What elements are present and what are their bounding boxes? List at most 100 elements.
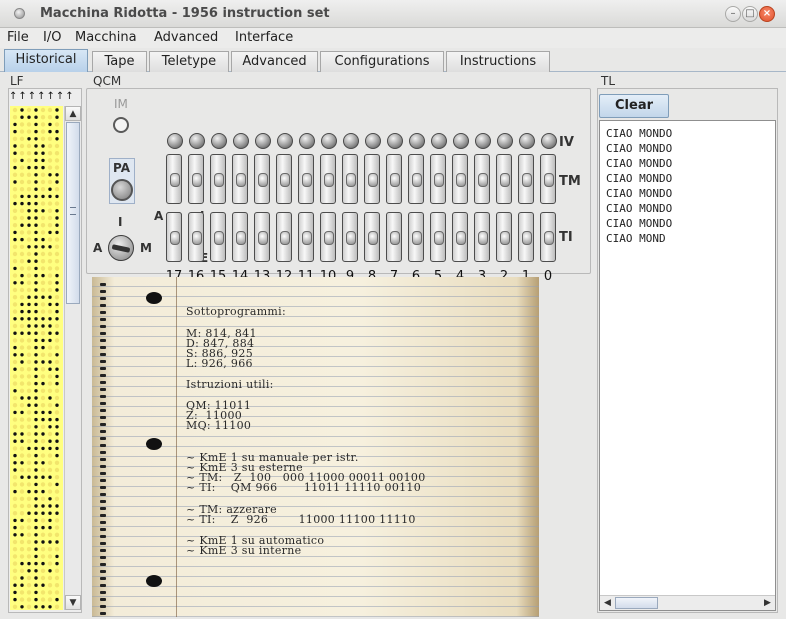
scroll-thumb[interactable] [615, 597, 658, 609]
tape-hole [34, 360, 38, 364]
tape-hole [12, 359, 18, 365]
tm-switch[interactable] [210, 154, 226, 204]
tab-instructions[interactable]: Instructions [446, 51, 550, 72]
tape-hole [19, 165, 25, 170]
ti-switch[interactable] [474, 212, 490, 262]
mode-selector-knob[interactable] [108, 235, 134, 261]
tape-hole [34, 345, 38, 350]
tm-switch[interactable] [232, 154, 248, 204]
tape-hole [54, 475, 60, 480]
a-switch[interactable] [166, 212, 182, 262]
tm-switch[interactable] [452, 154, 468, 204]
tape-hole [12, 511, 18, 516]
tape-hole [40, 309, 46, 314]
ti-switch[interactable] [254, 212, 270, 262]
ti-switch[interactable] [298, 212, 314, 262]
ti-switch[interactable] [452, 212, 468, 262]
tape-hole [55, 367, 59, 371]
tape-hole [26, 287, 32, 293]
tm-switch[interactable] [474, 154, 490, 204]
scroll-left-icon[interactable]: ◀ [600, 596, 615, 610]
teletype-output[interactable]: CIAO MONDO CIAO MONDO CIAO MONDO CIAO MO… [599, 120, 776, 611]
minimize-icon[interactable]: – [725, 6, 741, 22]
tm-switch[interactable] [320, 154, 336, 204]
tape-hole [13, 165, 17, 170]
pa-button-box[interactable]: PA [109, 158, 135, 204]
tape-hole [40, 453, 46, 458]
menu-advanced[interactable]: Advanced [154, 30, 218, 45]
ti-switch[interactable] [540, 212, 556, 262]
tab-historical[interactable]: Historical [4, 49, 88, 72]
tm-switch[interactable] [386, 154, 402, 204]
tape-hole [12, 323, 18, 329]
ti-switch[interactable] [364, 212, 380, 262]
menu-macchina[interactable]: Macchina [75, 30, 137, 45]
scroll-up-icon[interactable]: ▲ [65, 106, 81, 121]
tm-switch[interactable] [254, 154, 270, 204]
tab-advanced[interactable]: Advanced [231, 51, 318, 72]
tm-switch[interactable] [408, 154, 424, 204]
pa-button[interactable] [111, 179, 133, 201]
tape-hole [34, 165, 38, 170]
ti-switch[interactable] [342, 212, 358, 262]
ti-switch[interactable] [232, 212, 248, 262]
tm-switch[interactable] [276, 154, 292, 204]
tape-hole [55, 309, 59, 314]
maximize-icon[interactable]: □ [742, 6, 758, 22]
ti-switch[interactable] [518, 212, 534, 262]
tape-hole [34, 547, 38, 551]
tape-hole [40, 568, 46, 573]
tape-hole [19, 179, 25, 185]
menu-interface[interactable]: Interface [235, 30, 293, 45]
perforation [100, 318, 106, 321]
ti-switch[interactable] [320, 212, 336, 262]
tape-hole [27, 511, 31, 515]
tape-hole [55, 209, 59, 213]
perforation [100, 339, 106, 342]
close-icon[interactable]: × [759, 6, 775, 22]
tape-hole [34, 417, 38, 422]
scroll-down-icon[interactable]: ▼ [65, 595, 81, 610]
tm-switch[interactable] [188, 154, 204, 204]
tape-hole [55, 453, 59, 458]
ti-switch[interactable] [276, 212, 292, 262]
ti-switch[interactable] [210, 212, 226, 262]
clear-button[interactable]: Clear [599, 94, 669, 118]
tape-hole [48, 317, 52, 321]
menu-file[interactable]: File [7, 30, 29, 45]
tm-switch[interactable] [342, 154, 358, 204]
lf-scrollbar[interactable]: ▲ ▼ [64, 106, 81, 610]
tab-configurations[interactable]: Configurations [320, 51, 444, 72]
tm-switch[interactable] [298, 154, 314, 204]
iv-lamp [277, 133, 293, 149]
scroll-right-icon[interactable]: ▶ [760, 596, 775, 610]
tab-teletype[interactable]: Teletype [149, 51, 229, 72]
tape-hole [55, 446, 59, 451]
ti-switch[interactable] [386, 212, 402, 262]
tape-hole [20, 194, 24, 199]
ti-switch[interactable] [408, 212, 424, 262]
tm-switch[interactable] [166, 154, 182, 204]
tm-switch[interactable] [364, 154, 380, 204]
tab-tape[interactable]: Tape [92, 51, 147, 72]
ti-switch[interactable] [188, 212, 204, 262]
tape-hole [34, 144, 38, 148]
tape-hole [41, 338, 45, 343]
tm-switch[interactable] [496, 154, 512, 204]
tape-hole [41, 583, 45, 587]
tape-hole [34, 288, 38, 292]
menu-io[interactable]: I/O [43, 30, 61, 45]
tm-switch[interactable] [518, 154, 534, 204]
output-line: CIAO MONDO [606, 157, 673, 170]
ti-switch[interactable] [496, 212, 512, 262]
tape-hole [47, 208, 53, 213]
tl-horizontal-scrollbar[interactable]: ◀ ▶ [600, 595, 775, 610]
tl-panel: Clear CIAO MONDO CIAO MONDO CIAO MONDO C… [597, 88, 778, 613]
tape-hole [34, 461, 38, 465]
tape-hole [41, 446, 45, 451]
ti-switch[interactable] [430, 212, 446, 262]
tm-switch[interactable] [430, 154, 446, 204]
tm-switch[interactable] [540, 154, 556, 204]
scroll-thumb[interactable] [66, 122, 80, 304]
tape-hole [20, 331, 24, 335]
